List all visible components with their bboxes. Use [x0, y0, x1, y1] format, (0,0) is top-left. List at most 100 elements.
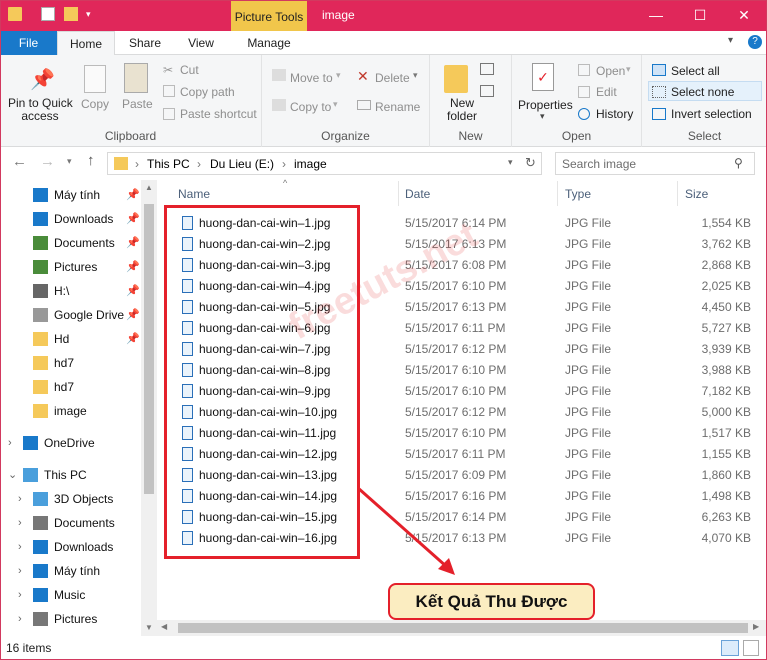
nav-item[interactable]: Documents 📌 — [0, 232, 155, 254]
history-icon — [578, 108, 590, 120]
large-icons-view-icon[interactable] — [743, 640, 759, 656]
nav-item[interactable]: Máy tính 📌 — [0, 184, 155, 206]
tab-file[interactable]: File — [0, 31, 57, 55]
nav-item[interactable]: hd7 — [0, 376, 155, 398]
cut-button[interactable]: Cut — [180, 63, 199, 77]
nav-item[interactable]: › Máy tính — [0, 560, 155, 582]
column-divider[interactable] — [677, 181, 678, 206]
nav-item[interactable]: hd7 — [0, 352, 155, 374]
file-size: 3,762 KB — [701, 237, 751, 251]
paste-shortcut-button[interactable]: Paste shortcut — [180, 107, 257, 121]
result-callout: Kết Quả Thu Được — [388, 583, 595, 620]
search-input[interactable]: Search image ⚲ — [555, 152, 755, 175]
open-button[interactable]: Open — [596, 64, 625, 78]
properties-quick-icon[interactable] — [41, 7, 55, 21]
clipboard-group: 📌 Pin to Quick access Copy Paste ✂ Cut C… — [0, 55, 262, 147]
address-dropdown-icon[interactable]: ▾ — [508, 157, 513, 168]
nav-item[interactable]: › Music — [0, 584, 155, 606]
column-date[interactable]: Date — [405, 181, 430, 208]
nav-item-label: hd7 — [54, 380, 75, 394]
easy-access-icon[interactable] — [480, 85, 494, 97]
nav-item[interactable]: Pictures 📌 — [0, 256, 155, 278]
select-none-button[interactable]: Select none — [671, 85, 734, 99]
file-type: JPG File — [565, 384, 612, 398]
copy-to-button[interactable]: Copy to — [290, 100, 331, 114]
scroll-down-icon[interactable]: ▼ — [145, 623, 153, 632]
breadcrumb-drive[interactable]: Du Lieu (E:) — [210, 157, 274, 171]
new-folder-quick-icon[interactable] — [64, 7, 78, 21]
chevron-right-icon[interactable]: › — [18, 608, 22, 630]
nav-scrollbar-thumb[interactable] — [144, 204, 154, 494]
list-horizontal-scrollbar-thumb[interactable] — [178, 623, 748, 633]
tab-home[interactable]: Home — [57, 31, 115, 56]
ribbon: 📌 Pin to Quick access Copy Paste ✂ Cut C… — [0, 55, 767, 147]
breadcrumb-image[interactable]: image — [294, 157, 327, 171]
tab-share[interactable]: Share — [117, 31, 173, 55]
paste-button[interactable]: Paste — [122, 97, 153, 111]
pin-icon: 📌 — [126, 189, 140, 201]
back-arrow-icon[interactable]: ← — [12, 153, 27, 170]
rename-button[interactable]: Rename — [375, 100, 420, 114]
chevron-right-icon[interactable]: › — [18, 512, 22, 534]
tab-view[interactable]: View — [175, 31, 227, 55]
nav-item[interactable]: ⌄ This PC — [0, 464, 155, 486]
nav-item-label: Máy tính — [54, 188, 101, 202]
chevron-right-icon[interactable]: › — [8, 432, 12, 454]
pin-to-quick-access-button[interactable]: Pin to Quick access — [8, 97, 73, 123]
scroll-left-icon[interactable]: ◀ — [161, 622, 167, 631]
column-divider[interactable] — [557, 181, 558, 206]
details-view-icon[interactable] — [721, 640, 739, 656]
file-size: 5,000 KB — [701, 405, 751, 419]
delete-button[interactable]: Delete — [375, 71, 410, 85]
copy-path-button[interactable]: Copy path — [180, 85, 235, 99]
chevron-down-icon[interactable]: ▾ — [728, 35, 733, 46]
nav-item-label: Downloads — [54, 540, 114, 554]
nav-item[interactable]: H:\ 📌 — [0, 280, 155, 302]
chevron-down-icon: ▾ — [333, 99, 338, 109]
nav-item[interactable]: Downloads 📌 — [0, 208, 155, 230]
refresh-icon[interactable]: ↻ — [525, 155, 536, 171]
nav-item[interactable]: Google Drive 📌 — [0, 304, 155, 326]
nav-item[interactable]: › OneDrive — [0, 432, 155, 454]
select-all-button[interactable]: Select all — [671, 64, 720, 78]
copy-button[interactable]: Copy — [81, 97, 109, 111]
column-divider[interactable] — [398, 181, 399, 206]
nav-item[interactable]: image — [0, 400, 155, 422]
nav-item[interactable]: › Documents — [0, 512, 155, 534]
nav-item[interactable]: › Downloads — [0, 536, 155, 558]
chevron-right-icon[interactable]: › — [18, 536, 22, 558]
properties-button[interactable]: Properties — [518, 98, 573, 112]
maximize-button[interactable]: ☐ — [678, 0, 722, 31]
up-arrow-icon[interactable]: ↑ — [87, 152, 95, 169]
nav-item[interactable]: › Pictures — [0, 608, 155, 630]
breadcrumb-this-pc[interactable]: This PC — [147, 157, 190, 171]
close-button[interactable]: ✕ — [722, 0, 766, 31]
tab-manage[interactable]: Manage — [231, 31, 307, 55]
column-type[interactable]: Type — [565, 181, 591, 208]
column-name[interactable]: Name — [178, 181, 210, 208]
column-size[interactable]: Size — [685, 181, 708, 208]
new-item-icon[interactable] — [480, 63, 494, 75]
help-icon[interactable]: ? — [748, 35, 762, 49]
nav-item[interactable]: Hd 📌 — [0, 328, 155, 350]
chevron-down-icon[interactable]: ⌄ — [8, 464, 17, 486]
chevron-right-icon[interactable]: › — [18, 584, 22, 606]
invert-selection-button[interactable]: Invert selection — [671, 107, 752, 121]
file-size: 4,450 KB — [701, 300, 751, 314]
scroll-right-icon[interactable]: ▶ — [753, 622, 759, 631]
move-to-button[interactable]: Move to — [290, 71, 333, 85]
recent-locations-icon[interactable]: ▾ — [67, 156, 72, 167]
chevron-down-icon: ▾ — [336, 70, 341, 80]
nav-item[interactable]: › 3D Objects — [0, 488, 155, 510]
minimize-button[interactable]: — — [634, 0, 678, 31]
chevron-right-icon[interactable]: › — [18, 560, 22, 582]
address-input[interactable]: › This PC › Du Lieu (E:) › image ▾ ↻ — [107, 152, 542, 175]
history-button[interactable]: History — [596, 107, 633, 121]
customize-quick-access-icon[interactable]: ▾ — [86, 9, 91, 20]
edit-button[interactable]: Edit — [596, 85, 617, 99]
nav-item-label: Pictures — [54, 612, 98, 626]
scroll-up-icon[interactable]: ▲ — [145, 183, 153, 192]
new-folder-button[interactable]: New folder — [438, 97, 486, 123]
forward-arrow-icon[interactable]: → — [40, 153, 55, 170]
chevron-right-icon[interactable]: › — [18, 488, 22, 510]
